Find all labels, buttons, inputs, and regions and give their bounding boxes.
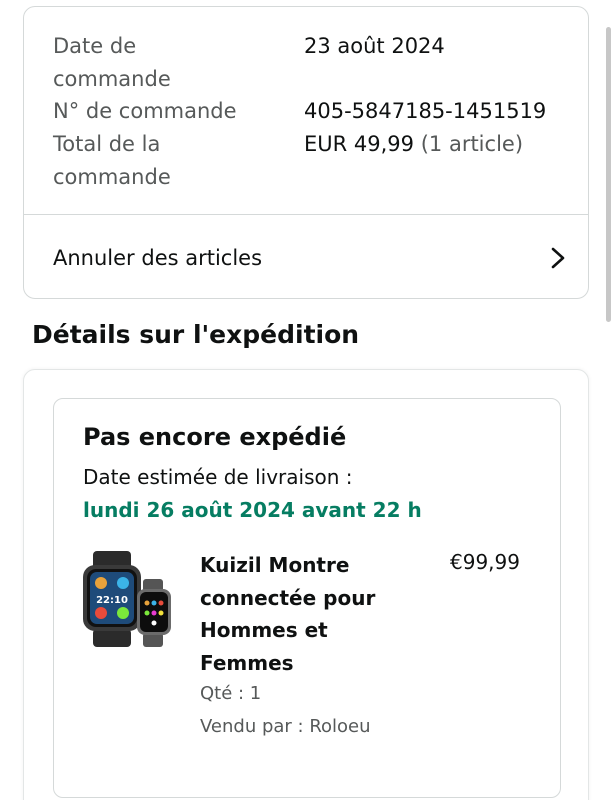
product-seller: Vendu par : Roloeu [200, 716, 371, 737]
cancel-items-label: Annuler des articles [53, 245, 263, 270]
order-summary-card: Date de commande 23 août 2024 N° de comm… [23, 6, 589, 299]
shipment-section-title: Détails sur l'expédition [32, 320, 360, 349]
delivery-estimate-label: Date estimée de livraison : [83, 465, 353, 489]
order-total-count: (1 article) [420, 132, 524, 156]
order-total-label: Total de la commande [53, 132, 171, 189]
order-total-row: Total de la commande EUR 49,99 (1 articl… [53, 128, 523, 194]
order-date-label: Date de commande [53, 34, 171, 91]
order-number-row: N° de commande 405-5847185-1451519 [53, 95, 546, 128]
delivery-estimate-date: lundi 26 août 2024 avant 22 h [83, 498, 422, 522]
scrollbar[interactable] [606, 27, 611, 322]
order-date-value: 23 août 2024 [304, 34, 445, 58]
order-total-value: EUR 49,99 (1 article) [304, 128, 523, 161]
product-quantity: Qté : 1 [200, 683, 262, 704]
product-image[interactable]: 22:10 [81, 549, 181, 649]
order-number-label: N° de commande [53, 99, 237, 123]
watch-time: 22:10 [96, 595, 128, 606]
cancel-items-button[interactable]: Annuler des articles [24, 215, 588, 300]
shipment-card: Pas encore expédié Date estimée de livra… [23, 369, 589, 800]
product-price: €99,99 [450, 550, 520, 574]
shipment-box: Pas encore expédié Date estimée de livra… [53, 398, 561, 798]
order-date-row: Date de commande 23 août 2024 [53, 30, 445, 96]
product-title-link[interactable]: Kuizil Montre connectée pour Hommes et F… [200, 549, 410, 679]
order-number-value: 405-5847185-1451519 [304, 99, 547, 123]
shipment-status: Pas encore expédié [83, 423, 347, 451]
order-details-page: Date de commande 23 août 2024 N° de comm… [0, 0, 612, 800]
order-total-amount: EUR 49,99 [304, 132, 415, 156]
chevron-right-icon [551, 247, 565, 268]
